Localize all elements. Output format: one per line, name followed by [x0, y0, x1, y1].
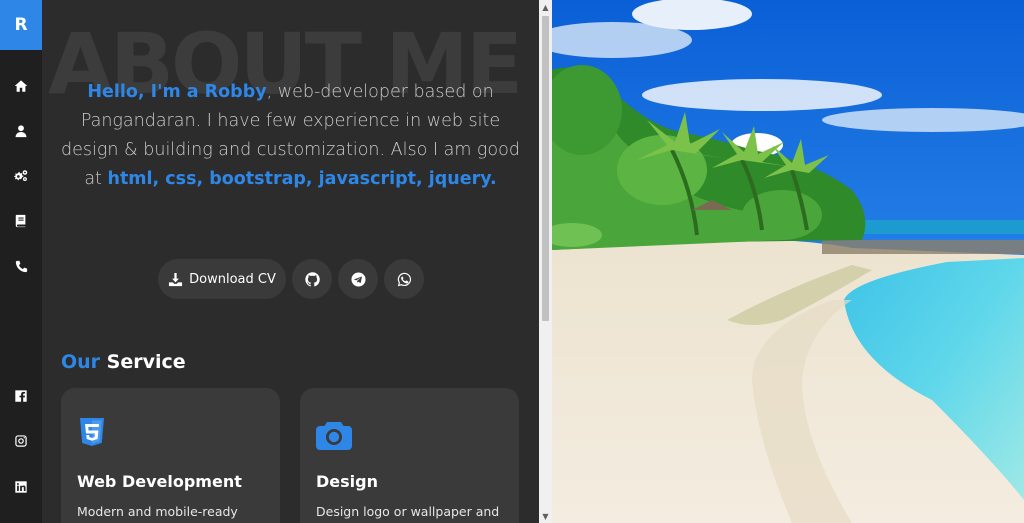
main-content: ABOUT ME Hello, I'm a Robby, web-develop…	[42, 0, 539, 523]
service-title-rest: Service	[100, 351, 186, 373]
telegram-icon	[350, 271, 366, 287]
beach-photo	[552, 0, 1024, 523]
book-icon[interactable]	[0, 206, 42, 236]
beach-illustration	[552, 0, 1024, 523]
instagram-icon[interactable]	[0, 426, 42, 456]
sidebar: R	[0, 0, 42, 523]
scroll-down-arrow[interactable]: ▼	[539, 509, 552, 523]
github-button[interactable]	[292, 259, 332, 299]
facebook-icon[interactable]	[0, 381, 42, 411]
service-card-title: Design	[316, 472, 378, 491]
logo[interactable]: R	[0, 0, 42, 50]
intro-text: Hello, I'm a Robby, web-developer based …	[52, 78, 529, 194]
whatsapp-icon	[397, 272, 411, 286]
download-icon	[169, 272, 183, 286]
camera-icon	[316, 422, 352, 450]
scroll-thumb[interactable]	[542, 16, 549, 321]
action-buttons: Download CV	[158, 259, 424, 299]
telegram-button[interactable]	[338, 259, 378, 299]
vertical-scrollbar[interactable]: ▲ ▼	[539, 0, 552, 523]
gears-icon[interactable]	[0, 161, 42, 191]
skills: html, css, bootstrap, javascript, jquery…	[107, 169, 497, 189]
scroll-up-arrow[interactable]: ▲	[539, 0, 552, 14]
service-title-accent: Our	[61, 351, 101, 373]
github-icon	[304, 271, 320, 286]
user-icon[interactable]	[0, 116, 42, 146]
html5-icon	[80, 418, 104, 446]
download-cv-button[interactable]: Download CV	[158, 259, 286, 299]
phone-icon[interactable]	[0, 252, 42, 282]
service-section-title: Our Service	[61, 351, 186, 373]
service-card-desc: Modern and mobile-ready	[77, 504, 238, 519]
whatsapp-button[interactable]	[384, 259, 424, 299]
service-card-desc: Design logo or wallpaper and	[316, 504, 500, 519]
home-icon[interactable]	[0, 71, 42, 101]
download-cv-label: Download CV	[189, 271, 276, 287]
service-card-web-development[interactable]: Web Development Modern and mobile-ready	[61, 388, 280, 523]
greeting: Hello, I'm a Robby	[87, 82, 267, 102]
service-card-design[interactable]: Design Design logo or wallpaper and	[300, 388, 519, 523]
service-card-title: Web Development	[77, 472, 242, 491]
linkedin-icon[interactable]	[0, 472, 42, 502]
